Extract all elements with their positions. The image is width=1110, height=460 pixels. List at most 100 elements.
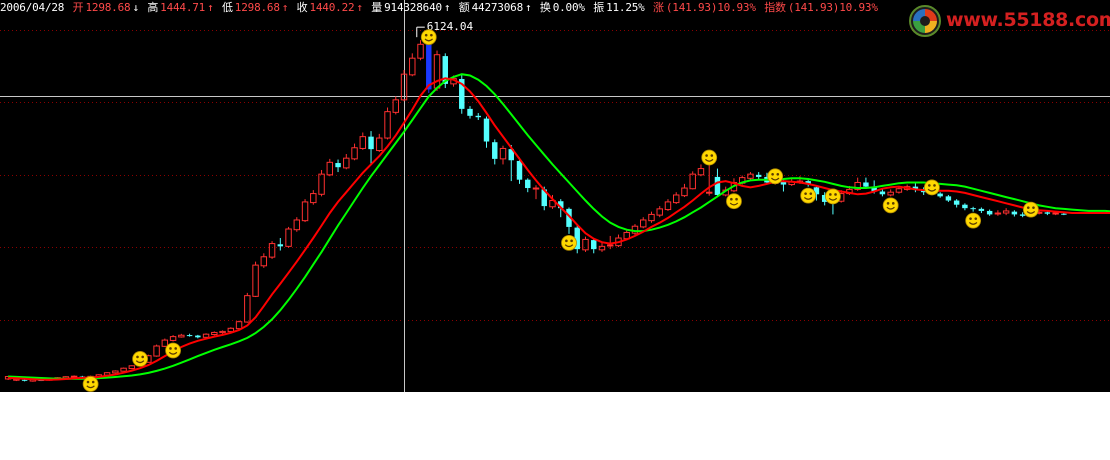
logo-text: www.55188.com xyxy=(946,9,1110,31)
candle-body xyxy=(277,244,284,247)
signal-smiley-icon xyxy=(882,197,899,214)
high-arrow: ↑ xyxy=(207,1,214,14)
candle-body xyxy=(268,243,276,258)
amount-label: 额 xyxy=(458,1,470,14)
ma-fast-line xyxy=(8,77,1110,381)
close-arrow: ↑ xyxy=(356,1,363,14)
candle-body xyxy=(1002,210,1010,214)
candle-body xyxy=(285,228,292,247)
candle-body xyxy=(318,173,325,195)
signal-smiley-icon xyxy=(132,351,148,367)
candle-body xyxy=(359,136,367,149)
signal-smiley-icon xyxy=(420,29,437,46)
candle-body xyxy=(532,187,540,190)
candle-body xyxy=(499,147,507,160)
candle-body xyxy=(516,160,523,180)
candle-body xyxy=(219,330,226,334)
close-label: 收 xyxy=(296,1,308,14)
candle-body xyxy=(475,115,481,118)
candle-body xyxy=(591,240,597,250)
change-label: 涨 xyxy=(653,1,664,14)
candle-body xyxy=(326,161,334,176)
candle-body xyxy=(1044,212,1051,214)
index-label: 指数 xyxy=(764,1,786,14)
candle-body xyxy=(376,137,383,152)
candle-body xyxy=(953,200,960,205)
candle-body xyxy=(640,219,647,228)
kline-chart[interactable]: 6124.04 2006/04/28 开 1298.68 ↓ 高 1444.71 ↑ 低… xyxy=(0,0,1110,392)
volume-arrow: ↑ xyxy=(443,1,451,14)
candle-body xyxy=(153,345,160,357)
candle-body xyxy=(70,375,78,378)
candle-body xyxy=(986,210,993,215)
candle-body xyxy=(211,331,218,336)
candle-body xyxy=(1019,214,1026,216)
candle-body xyxy=(343,157,350,169)
low-label: 低 xyxy=(221,1,233,14)
candle-body xyxy=(970,208,976,210)
empty-footer-area xyxy=(0,392,1110,460)
signal-smiley-icon xyxy=(825,188,841,205)
candle-body xyxy=(582,238,589,251)
candle-body xyxy=(863,182,869,187)
candle-body xyxy=(598,245,606,251)
signal-smiley-icon xyxy=(767,168,784,185)
candle-body xyxy=(252,264,259,297)
candle-body xyxy=(978,208,985,211)
quote-date: 2006/04/28 xyxy=(0,1,65,14)
candle-body xyxy=(689,173,696,190)
turnover-label: 换 xyxy=(539,1,551,14)
logo-swirl-icon xyxy=(909,5,941,37)
candle-body xyxy=(368,136,374,150)
candle-body xyxy=(384,111,391,139)
candle-body xyxy=(301,201,309,222)
candle-body xyxy=(945,196,952,201)
candle-body xyxy=(631,225,639,234)
candle-body xyxy=(656,208,663,216)
candle-body xyxy=(235,321,243,330)
candle-body xyxy=(962,204,968,209)
amplitude-label: 振 xyxy=(593,1,605,14)
candlestick-plot[interactable]: 6124.04 xyxy=(0,0,1110,392)
candle-body xyxy=(186,335,193,337)
open-label: 开 xyxy=(72,1,84,14)
candle-body xyxy=(525,179,531,189)
volume-value: 914328640 xyxy=(384,1,442,14)
signal-smiley-icon xyxy=(726,193,742,210)
candle-body xyxy=(747,173,754,179)
low-arrow: ↑ xyxy=(281,1,289,14)
candle-body xyxy=(994,212,1002,215)
candle-body xyxy=(169,336,177,341)
candle-body xyxy=(293,219,301,231)
index-value: (141.93)10.93% xyxy=(787,1,878,14)
candle-body xyxy=(895,188,903,193)
candle-body xyxy=(202,333,210,338)
candle-body xyxy=(310,193,317,204)
candle-body xyxy=(417,43,424,59)
ma-slow-line xyxy=(8,73,1110,380)
candle-body xyxy=(681,187,688,197)
site-logo[interactable]: www.55188.com xyxy=(908,4,1110,38)
candle-body xyxy=(697,168,705,176)
candle-body xyxy=(409,57,416,76)
signal-smiley-icon xyxy=(1022,201,1039,218)
candle-body xyxy=(755,174,762,177)
candle-body xyxy=(937,193,943,197)
candle-body xyxy=(161,339,169,347)
candle-body xyxy=(879,191,886,195)
candle-body xyxy=(664,201,672,211)
candle-body xyxy=(492,142,498,159)
high-label: 高 xyxy=(147,1,159,14)
open-arrow: ↓ xyxy=(132,1,139,14)
amplitude-value: 11.25% xyxy=(606,1,645,14)
candle-body xyxy=(607,244,614,247)
candle-body xyxy=(195,335,201,338)
candle-body xyxy=(648,213,655,222)
signal-smiley-icon xyxy=(165,342,181,359)
candle-body xyxy=(1061,213,1067,215)
signal-smiley-icon xyxy=(800,187,817,204)
candle-body xyxy=(128,365,136,370)
candle-body xyxy=(392,99,400,113)
open-value: 1298.68 xyxy=(85,1,131,14)
high-value: 1444.71 xyxy=(160,1,206,14)
